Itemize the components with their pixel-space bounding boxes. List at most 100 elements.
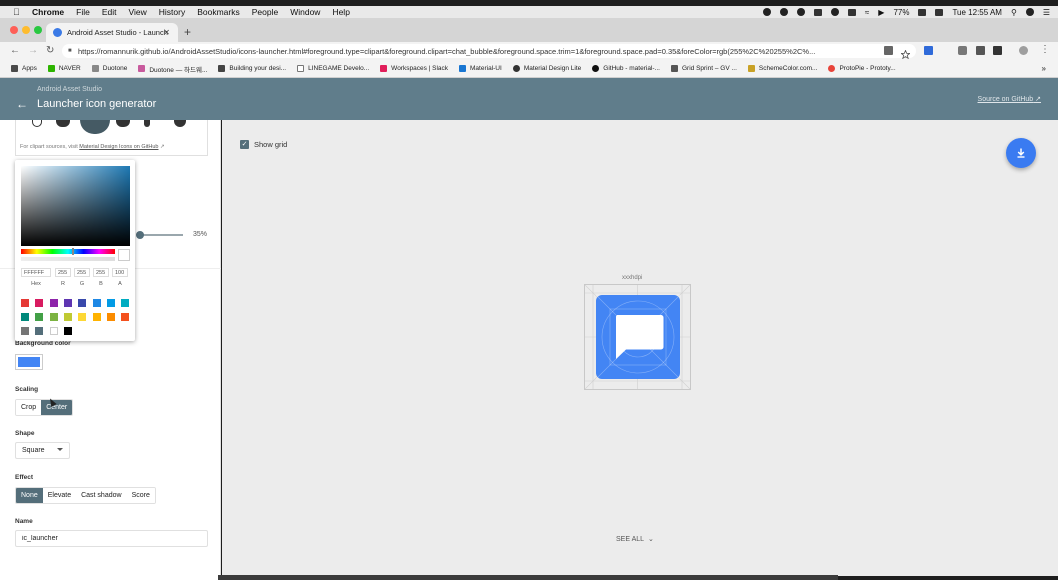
translate-icon[interactable] [884, 46, 893, 55]
bookmark-slack[interactable]: Workspaces | Slack [380, 65, 448, 72]
scaling-center-button[interactable]: Center [41, 400, 73, 415]
shape-select[interactable]: Square [15, 442, 70, 459]
color-swatch[interactable] [35, 299, 44, 307]
siri-icon[interactable] [1025, 8, 1034, 16]
effect-elevate-button[interactable]: Elevate [42, 488, 77, 503]
menu-people[interactable]: People [252, 7, 278, 17]
browser-tab[interactable]: Android Asset Studio - Launch ✕ [46, 23, 178, 42]
back-arrow-icon[interactable]: ← [10, 45, 20, 56]
show-grid-toggle[interactable]: ✓ Show grid [240, 140, 287, 149]
macos-dock[interactable] [218, 575, 838, 580]
reload-icon[interactable]: ↻ [46, 45, 54, 56]
color-swatch[interactable] [121, 313, 130, 321]
battery-percent[interactable]: 77% [893, 8, 909, 17]
menu-window[interactable]: Window [290, 7, 320, 17]
color-swatch[interactable] [21, 313, 29, 321]
color-swatch[interactable] [21, 327, 29, 335]
color-swatch[interactable] [92, 299, 101, 307]
clipart-item-chat-icon[interactable] [56, 120, 70, 127]
chrome-menu-icon[interactable]: ⋮ [1040, 44, 1050, 55]
tray-app-icon[interactable] [779, 8, 788, 16]
wifi-icon[interactable]: ≈ [865, 8, 869, 17]
bookmark-star-icon[interactable] [900, 46, 911, 60]
extension-camera-icon[interactable] [958, 46, 967, 55]
padding-slider-track[interactable] [139, 234, 183, 236]
color-swatch[interactable] [106, 313, 115, 321]
bookmark-duotone-2[interactable]: Duotone — 하드웨... [138, 64, 207, 74]
color-swatch[interactable] [78, 313, 87, 321]
clipart-item-chat-bubble-selected-icon[interactable] [80, 120, 110, 134]
menu-bookmarks[interactable]: Bookmarks [197, 7, 240, 17]
material-icons-link[interactable]: Material Design Icons on GitHub [79, 144, 158, 150]
battery-icon[interactable] [918, 8, 927, 16]
menubar-clock[interactable]: Tue 12:55 AM [952, 8, 1002, 17]
new-tab-button[interactable]: + [184, 25, 191, 39]
extension-eyedropper-icon[interactable] [976, 46, 985, 55]
alpha-input[interactable]: 100 [112, 268, 128, 277]
color-swatch[interactable] [21, 299, 29, 307]
zoom-window-button[interactable] [34, 26, 42, 34]
padding-slider-thumb[interactable] [136, 231, 144, 239]
back-arrow-icon[interactable]: ← [16, 97, 28, 111]
bookmark-mdl[interactable]: Material Design Lite [512, 65, 581, 72]
input-source-icon[interactable] [935, 8, 944, 16]
see-all-button[interactable]: SEE ALL ⌄ [616, 535, 654, 544]
color-swatch[interactable] [49, 299, 58, 307]
hue-slider[interactable] [21, 249, 115, 254]
color-swatch[interactable] [63, 299, 72, 307]
hue-slider-knob[interactable] [72, 248, 74, 255]
spotlight-icon[interactable]: ⚲ [1011, 8, 1017, 17]
download-button[interactable] [1006, 138, 1036, 168]
tray-window-icon[interactable] [813, 8, 822, 16]
bookmark-duotone[interactable]: Duotone [91, 65, 127, 72]
hex-input[interactable]: FFFFFF [21, 268, 51, 277]
clipart-item-triangle-icon[interactable] [32, 120, 42, 127]
alpha-slider[interactable] [21, 257, 115, 261]
bookmark-schemecolor[interactable]: SchemeColor.com... [747, 65, 817, 72]
red-input[interactable]: 255 [55, 268, 71, 277]
source-on-github-link[interactable]: Source on GitHub ↗ [978, 95, 1041, 103]
color-swatch[interactable] [35, 327, 44, 335]
notification-center-icon[interactable]: ☰ [1043, 8, 1050, 17]
address-bar[interactable]: ■ https://romannurik.github.io/AndroidAs… [62, 44, 916, 58]
bookmarks-overflow-icon[interactable]: » [1042, 64, 1046, 73]
green-input[interactable]: 255 [74, 268, 90, 277]
blue-input[interactable]: 255 [93, 268, 109, 277]
clipart-item-arrow-icon[interactable] [144, 120, 150, 127]
menu-view[interactable]: View [128, 7, 146, 17]
tray-wave-icon[interactable] [847, 8, 856, 16]
forward-arrow-icon[interactable]: → [28, 45, 38, 56]
color-swatch[interactable] [35, 313, 44, 321]
close-window-button[interactable] [10, 26, 18, 34]
color-swatch[interactable] [49, 327, 58, 335]
bookmark-github[interactable]: GitHub - material-... [592, 65, 660, 72]
menu-file[interactable]: File [76, 7, 90, 17]
minimize-window-button[interactable] [22, 26, 30, 34]
tab-close-icon[interactable]: ✕ [163, 28, 170, 37]
menu-history[interactable]: History [159, 7, 185, 17]
bookmark-protopie[interactable]: ProtoPie - Prototy... [828, 65, 896, 72]
name-field[interactable] [15, 530, 208, 547]
scaling-crop-button[interactable]: Crop [16, 400, 42, 415]
color-swatch[interactable] [106, 299, 115, 307]
color-swatch[interactable] [78, 299, 87, 307]
color-swatch[interactable] [121, 299, 130, 307]
effect-cast-shadow-button[interactable]: Cast shadow [76, 488, 127, 503]
apple-icon[interactable]:  [13, 7, 23, 17]
bookmark-naver[interactable]: NAVER [47, 65, 81, 72]
color-swatch[interactable] [63, 327, 72, 335]
tray-record-icon[interactable] [762, 8, 771, 16]
volume-icon[interactable]: ▶ [878, 8, 884, 17]
color-swatch[interactable] [63, 313, 72, 321]
bookmark-apps[interactable]: Apps [11, 65, 37, 72]
color-swatch[interactable] [49, 313, 58, 321]
effect-none-button[interactable]: None [16, 488, 43, 503]
extension-dark-icon[interactable] [993, 46, 1002, 55]
menu-edit[interactable]: Edit [102, 7, 117, 17]
bookmark-material-ui[interactable]: Material-UI [459, 65, 502, 72]
show-grid-checkbox[interactable]: ✓ [240, 140, 249, 149]
color-swatch[interactable] [92, 313, 101, 321]
tray-face-icon[interactable] [830, 8, 839, 16]
effect-score-button[interactable]: Score [126, 488, 155, 503]
bookmark-building[interactable]: Building your desi... [218, 65, 286, 72]
